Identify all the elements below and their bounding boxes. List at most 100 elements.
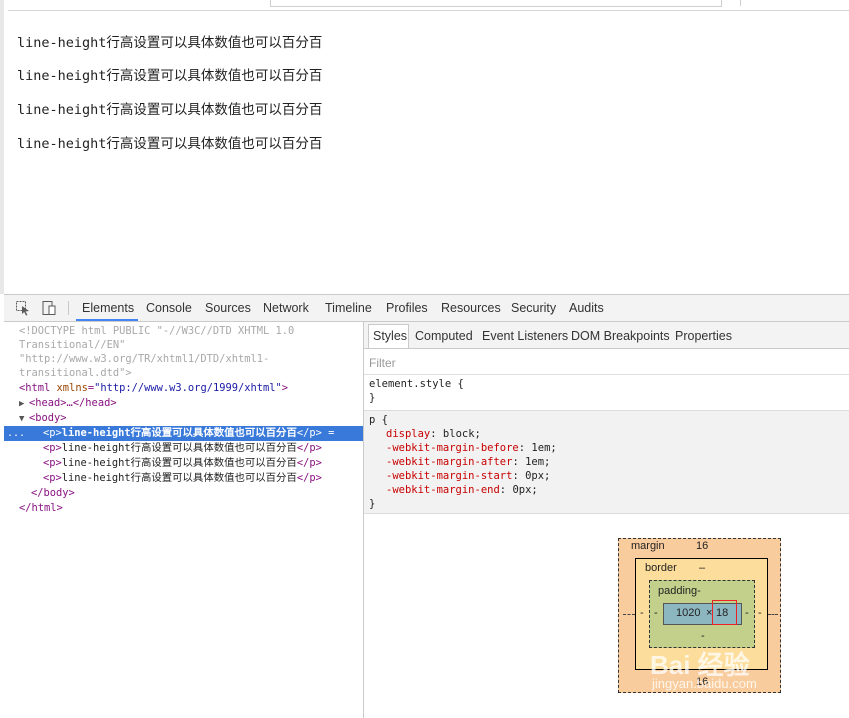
head-tag: <head>…</head> — [29, 397, 117, 409]
element-style-rule[interactable]: element.style { } — [364, 377, 849, 405]
content-times: × — [706, 607, 713, 619]
padding-label: padding- — [658, 585, 701, 597]
tab-properties[interactable]: Properties — [675, 329, 732, 343]
tab-computed[interactable]: Computed — [415, 329, 473, 343]
p-open-tag: <p> — [43, 427, 62, 439]
tab-timeline[interactable]: Timeline — [325, 301, 372, 315]
dom-tree: <!DOCTYPE html PUBLIC "-//W3C//DTD XHTML… — [4, 322, 402, 718]
p-rule-close: } — [369, 498, 376, 510]
margin-top-value[interactable]: 16 — [696, 540, 708, 552]
css-value: 1em; — [531, 442, 557, 454]
page-paragraph: line-height行高设置可以具体数值也可以百分百 — [17, 102, 323, 118]
content-width[interactable]: 1020 — [676, 607, 700, 619]
border-right-value[interactable]: - — [758, 607, 762, 619]
tab-security[interactable]: Security — [511, 301, 556, 315]
html-close-tag: </html> — [19, 502, 63, 514]
browser-toolbar-edge — [8, 0, 849, 11]
element-style-close: } — [369, 392, 376, 404]
padding-bottom-value[interactable]: - — [701, 630, 705, 642]
dom-doctype-line[interactable]: "http://www.w3.org/TR/xhtml1/DTD/xhtml1- — [4, 352, 378, 367]
tab-dom-breakpoints[interactable]: DOM Breakpoints — [571, 329, 670, 343]
dom-p-line-selected[interactable]: ... <p>line-height行高设置可以具体数值也可以百分百</p> = — [4, 426, 402, 441]
tab-elements[interactable]: Elements — [82, 301, 134, 315]
css-value: 1em; — [525, 456, 551, 468]
filter-divider — [364, 374, 849, 375]
css-value: 0px; — [512, 484, 538, 496]
styles-filter-input[interactable]: Filter — [369, 356, 396, 370]
tab-profiles[interactable]: Profiles — [386, 301, 428, 315]
tabbar-divider — [68, 301, 69, 315]
border-left-value[interactable]: - — [640, 607, 644, 619]
dom-html-line[interactable]: <html xmlns="http://www.w3.org/1999/xhtm… — [4, 381, 378, 396]
p-close-tag: </p> — [296, 427, 322, 439]
css-declaration[interactable]: -webkit-margin-end: 0px; — [364, 483, 849, 497]
dom-doctype-line[interactable]: Transitional//EN" — [4, 338, 378, 353]
dom-doctype-line[interactable]: <!DOCTYPE html PUBLIC "-//W3C//DTD XHTML… — [4, 324, 378, 339]
dom-doctype-line[interactable]: transitional.dtd"> — [4, 366, 378, 381]
expand-triangle-icon[interactable]: ▶ — [19, 397, 29, 411]
css-value: block; — [442, 428, 481, 440]
css-property: display — [386, 428, 431, 440]
margin-label: margin — [631, 540, 665, 552]
border-label: border — [645, 562, 677, 574]
element-style-selector: element.style { — [369, 378, 464, 390]
html-attr-name: xmlns — [56, 382, 88, 394]
css-declaration[interactable]: -webkit-margin-start: 0px; — [364, 469, 849, 483]
page-paragraph: line-height行高设置可以具体数值也可以百分百 — [17, 68, 323, 84]
padding-left-value[interactable]: - — [654, 607, 658, 619]
html-open-close: > — [281, 382, 289, 394]
p-text: line-height行高设置可以具体数值也可以百分百 — [61, 427, 297, 439]
cursor-arrow-icon[interactable] — [15, 300, 31, 316]
border-value[interactable]: – — [699, 562, 705, 574]
content-height[interactable]: 18 — [716, 607, 728, 619]
doctype-text: Transitional//EN" — [19, 339, 126, 351]
css-declaration[interactable]: -webkit-margin-before: 1em; — [364, 441, 849, 455]
tab-network[interactable]: Network — [263, 301, 309, 315]
address-bar-edge[interactable] — [270, 0, 722, 7]
page-paragraph: line-height行高设置可以具体数值也可以百分百 — [17, 136, 323, 152]
css-property: -webkit-margin-before — [386, 442, 519, 454]
dom-p-line[interactable]: <p>line-height行高设置可以具体数值也可以百分百</p> — [4, 471, 402, 486]
dom-p-line[interactable]: <p>line-height行高设置可以具体数值也可以百分百</p> — [4, 456, 402, 471]
page-paragraph: line-height行高设置可以具体数值也可以百分百 — [17, 35, 323, 51]
p-close-tag: </p> — [296, 472, 322, 484]
tab-audits[interactable]: Audits — [569, 301, 604, 315]
css-property: -webkit-margin-end — [386, 484, 500, 496]
html-attr-value: "http://www.w3.org/1999/xhtml" — [94, 382, 282, 394]
ellipsis-icon[interactable]: ... — [7, 426, 25, 441]
dom-p-line[interactable]: <p>line-height行高设置可以具体数值也可以百分百</p> — [4, 441, 402, 456]
dom-html-close-line[interactable]: </html> — [4, 501, 378, 516]
p-text: line-height行高设置可以具体数值也可以百分百 — [61, 457, 297, 469]
p-rule-selector: p { — [369, 414, 388, 426]
tab-console[interactable]: Console — [146, 301, 192, 315]
selected-marker: = — [328, 427, 335, 439]
p-close-tag: </p> — [296, 442, 322, 454]
rule-divider — [364, 513, 849, 514]
dom-body-line[interactable]: ▼ <body> — [4, 411, 378, 426]
collapse-triangle-icon[interactable]: ▼ — [19, 412, 29, 426]
tab-styles[interactable]: Styles — [373, 329, 407, 343]
p-close-tag: </p> — [296, 457, 322, 469]
toolbar-separator — [740, 0, 741, 6]
tab-sources[interactable]: Sources — [205, 301, 251, 315]
css-value: 0px; — [525, 470, 551, 482]
dom-head-line[interactable]: ▶ <head>…</head> — [4, 396, 378, 411]
css-declaration[interactable]: display: block; — [364, 427, 849, 441]
dom-body-close-line[interactable]: </body> — [4, 486, 390, 501]
css-property: -webkit-margin-after — [386, 456, 513, 468]
page-viewport: line-height行高设置可以具体数值也可以百分百 line-height行… — [0, 0, 849, 294]
css-property: -webkit-margin-start — [386, 470, 513, 482]
tab-resources[interactable]: Resources — [441, 301, 501, 315]
tab-event-listeners[interactable]: Event Listeners — [482, 329, 568, 343]
p-style-rule[interactable]: p { display: block; -webkit-margin-befor… — [364, 411, 849, 513]
mobile-device-icon[interactable] — [41, 300, 57, 316]
doctype-text: "http://www.w3.org/TR/xhtml1/DTD/xhtml1- — [19, 353, 270, 365]
padding-right-value[interactable]: - — [745, 607, 749, 619]
p-text: line-height行高设置可以具体数值也可以百分百 — [61, 472, 297, 484]
css-declaration[interactable]: -webkit-margin-after: 1em; — [364, 455, 849, 469]
box-model-guide — [623, 614, 635, 615]
watermark-url: jingyan.baidu.com — [652, 676, 757, 691]
p-open-tag: <p> — [43, 472, 62, 484]
doctype-text: <!DOCTYPE html PUBLIC "-//W3C//DTD XHTML… — [19, 325, 295, 337]
body-close-tag: </body> — [31, 487, 75, 499]
